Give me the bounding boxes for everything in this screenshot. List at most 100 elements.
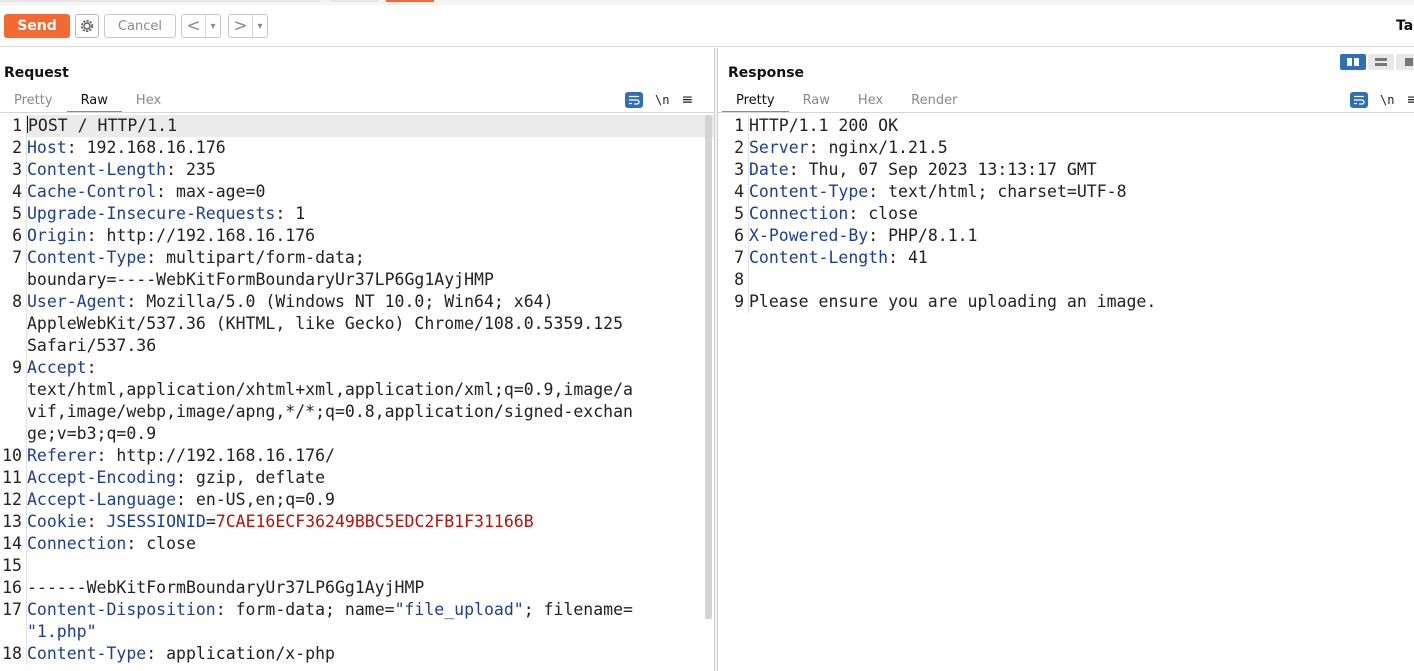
cancel-button[interactable]: Cancel xyxy=(104,14,176,38)
code-line: 18 Content-Type: application/x-php xyxy=(0,643,714,665)
line-number: 16 xyxy=(2,578,22,597)
request-scrollbar[interactable] xyxy=(705,115,712,619)
code-line: 9 Accept: text/html,application/xhtml+xml… xyxy=(0,357,714,445)
layout-side-by-side-button[interactable] xyxy=(1340,54,1366,70)
rows-icon xyxy=(1375,58,1387,66)
token: 7CAE16ECF36249BBC5EDC2FB1F31166B xyxy=(215,512,534,531)
token: HTTP/1.1 200 OK xyxy=(749,116,899,135)
send-button[interactable]: Send xyxy=(4,14,70,38)
request-wrap-toggle[interactable] xyxy=(625,92,643,108)
token: Content-Length xyxy=(27,160,167,179)
tab-response-raw[interactable]: Raw xyxy=(789,91,844,113)
token: Content-Type xyxy=(27,248,147,267)
line-number: 4 xyxy=(734,182,744,201)
code-line: 5 Upgrade-Insecure-Requests: 1 xyxy=(0,203,714,225)
line-text xyxy=(748,269,1414,291)
tab-response-hex[interactable]: Hex xyxy=(844,91,897,113)
token: : application/x-php xyxy=(146,644,335,663)
code-line: 9 Please ensure you are uploading an imag… xyxy=(718,291,1414,313)
code-line: 2 Server: nginx/1.21.5 xyxy=(718,137,1414,159)
token: : en-US,en;q=0.9 xyxy=(176,490,335,509)
code-line: 3 Date: Thu, 07 Sep 2023 13:13:17 GMT xyxy=(718,159,1414,181)
token: : text/html,application/xhtml+xml,applic… xyxy=(27,358,633,443)
tab-hint-middle xyxy=(330,0,378,2)
line-text: Host: 192.168.16.176 xyxy=(26,137,714,159)
line-text: ------WebKitFormBoundaryUr37LP6Gg1AyjHMP xyxy=(26,577,714,599)
line-number: 11 xyxy=(2,468,22,487)
token: : max-age=0 xyxy=(156,182,266,201)
token: : close xyxy=(848,204,918,223)
response-newline-toggle[interactable]: \n xyxy=(1380,93,1394,107)
line-text: X-Powered-By: PHP/8.1.1 xyxy=(748,225,1414,247)
response-editor[interactable]: 1 HTTP/1.1 200 OK 2 Server: nginx/1.21.5 3 Da… xyxy=(718,115,1414,671)
request-pane: Request Pretty Raw Hex \n ≡ 1 POST / HTTP… xyxy=(0,48,714,671)
line-number: 13 xyxy=(2,512,22,531)
tab-response-render[interactable]: Render xyxy=(897,91,971,113)
code-line: 1 HTTP/1.1 200 OK xyxy=(718,115,1414,137)
target-label[interactable]: Tar xyxy=(1396,18,1414,34)
active-tab-indicator xyxy=(386,0,434,2)
line-text: Content-Type: application/x-php xyxy=(26,643,714,665)
code-line: 4 Cache-Control: max-age=0 xyxy=(0,181,714,203)
token: : 192.168.16.176 xyxy=(66,138,226,157)
line-text: POST / HTTP/1.1 xyxy=(26,115,714,137)
response-menu-icon[interactable]: ≡ xyxy=(1406,92,1414,108)
token: : nginx/1.21.5 xyxy=(808,138,948,157)
token: Content-Type xyxy=(749,182,869,201)
line-number: 9 xyxy=(12,358,22,377)
line-text: Cookie: JSESSIONID=7CAE16ECF36249BBC5EDC… xyxy=(26,511,714,533)
gear-icon xyxy=(81,20,93,32)
token: : PHP/8.1.1 xyxy=(868,226,978,245)
line-text: Please ensure you are uploading an image… xyxy=(748,291,1414,313)
history-back-dropdown[interactable]: ▾ xyxy=(206,15,220,37)
response-title: Response xyxy=(728,65,805,81)
line-number: 12 xyxy=(2,490,22,509)
line-number: 3 xyxy=(734,160,744,179)
token: JSESSIONID xyxy=(106,512,206,531)
history-forward-group: > ▾ xyxy=(228,14,268,38)
code-line: 4 Content-Type: text/html; charset=UTF-8 xyxy=(718,181,1414,203)
code-line: 7 Content-Type: multipart/form-data; boun… xyxy=(0,247,714,291)
line-number: 18 xyxy=(2,644,22,663)
token: ; filename= xyxy=(523,600,633,619)
line-text: Content-Length: 41 xyxy=(748,247,1414,269)
line-text: Connection: close xyxy=(26,533,714,555)
line-number: 9 xyxy=(734,292,744,311)
response-wrap-toggle[interactable] xyxy=(1350,92,1368,108)
layout-tabs-button[interactable] xyxy=(1396,54,1414,70)
chevron-down-icon: ▾ xyxy=(210,20,216,32)
settings-button[interactable] xyxy=(75,14,99,38)
tab-request-raw[interactable]: Raw xyxy=(66,91,122,113)
history-back-group: < ▾ xyxy=(181,14,221,38)
history-back-button[interactable]: < xyxy=(182,15,206,37)
token: Accept xyxy=(27,358,87,377)
request-newline-toggle[interactable]: \n xyxy=(655,93,669,107)
tab-request-hex[interactable]: Hex xyxy=(122,91,175,113)
line-number: 2 xyxy=(734,138,744,157)
line-text: Server: nginx/1.21.5 xyxy=(748,137,1414,159)
token: : http://192.168.16.176 xyxy=(86,226,316,245)
request-editor[interactable]: 1 POST / HTTP/1.1 2 Host: 192.168.16.176 3 Co… xyxy=(0,115,714,671)
line-text: Content-Type: multipart/form-data; bound… xyxy=(26,247,714,291)
line-text: Content-Length: 235 xyxy=(26,159,714,181)
tab-hint-left xyxy=(0,0,320,2)
response-editor-tools: \n ≡ xyxy=(1350,90,1414,110)
history-forward-dropdown[interactable]: ▾ xyxy=(253,15,267,37)
request-menu-icon[interactable]: ≡ xyxy=(681,92,693,108)
layout-stacked-button[interactable] xyxy=(1368,54,1394,70)
line-text: User-Agent: Mozilla/5.0 (Windows NT 10.0… xyxy=(26,291,714,357)
token: X-Powered-By xyxy=(749,226,869,245)
tab-response-pretty[interactable]: Pretty xyxy=(722,91,789,113)
line-text: Accept: text/html,application/xhtml+xml,… xyxy=(26,357,714,445)
line-number: 14 xyxy=(2,534,22,553)
code-line: 5 Connection: close xyxy=(718,203,1414,225)
line-number: 1 xyxy=(734,116,744,135)
line-number: 10 xyxy=(2,446,22,465)
code-line: 1 POST / HTTP/1.1 xyxy=(0,115,714,137)
token: : 41 xyxy=(888,248,928,267)
line-number: 7 xyxy=(734,248,744,267)
token: Please ensure you are uploading an image… xyxy=(749,292,1157,311)
history-forward-button[interactable]: > xyxy=(229,15,253,37)
token: Accept-Encoding xyxy=(27,468,177,487)
tab-request-pretty[interactable]: Pretty xyxy=(0,91,67,113)
